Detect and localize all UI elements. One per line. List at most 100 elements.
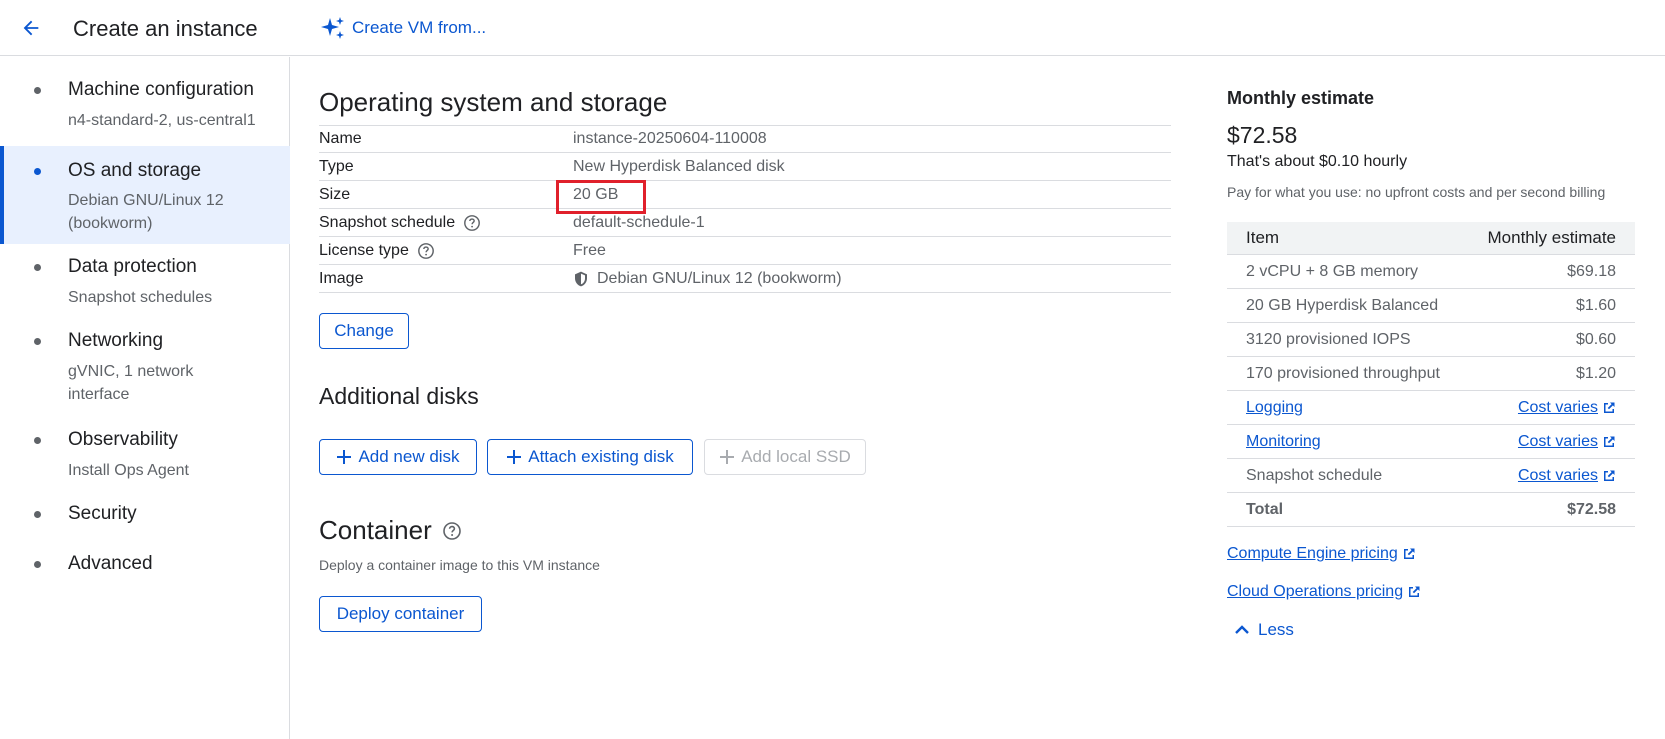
monitoring-link[interactable]: Monitoring bbox=[1246, 433, 1321, 451]
attach-existing-disk-button[interactable]: Attach existing disk bbox=[487, 439, 693, 475]
sidebar-item-sub: gVNIC, 1 network interface bbox=[68, 363, 194, 403]
table-row: License type Free bbox=[319, 237, 1171, 265]
deploy-container-button[interactable]: Deploy container bbox=[319, 596, 482, 632]
sidebar-item-data-protection[interactable]: Data protection Snapshot schedules bbox=[0, 256, 290, 312]
step-dot-icon bbox=[34, 437, 41, 444]
row-value: New Hyperdisk Balanced disk bbox=[573, 157, 785, 175]
sidebar-item-label: Data protection bbox=[68, 256, 197, 277]
cost-varies-link[interactable]: Cost varies bbox=[1518, 399, 1616, 417]
compute-engine-pricing-link[interactable]: Compute Engine pricing bbox=[1227, 545, 1416, 563]
table-row: Image Debian GNU/Linux 12 (bookworm) bbox=[319, 265, 1171, 293]
step-dot-icon bbox=[34, 561, 41, 568]
total-row: Total $72.58 bbox=[1227, 493, 1635, 527]
table-row: 3120 provisioned IOPS $0.60 bbox=[1227, 323, 1635, 357]
create-vm-from-label: Create VM from... bbox=[352, 18, 487, 37]
cloud-operations-pricing-link[interactable]: Cloud Operations pricing bbox=[1227, 583, 1421, 601]
help-icon[interactable] bbox=[442, 521, 462, 541]
cost-item: 3120 provisioned IOPS bbox=[1246, 330, 1411, 348]
help-icon[interactable] bbox=[463, 214, 481, 232]
container-title: Container bbox=[319, 515, 432, 545]
step-dot-icon bbox=[34, 264, 41, 271]
total-value: $72.58 bbox=[1567, 500, 1616, 518]
step-dot-icon bbox=[34, 87, 41, 94]
cloud-operations-pricing-label: Cloud Operations pricing bbox=[1227, 583, 1404, 600]
cost-varies-label: Cost varies bbox=[1517, 432, 1598, 450]
logging-link[interactable]: Logging bbox=[1246, 399, 1303, 417]
table-row: Monitoring Cost varies bbox=[1227, 425, 1635, 459]
page-title: Create an instance bbox=[73, 16, 258, 41]
total-label: Total bbox=[1246, 500, 1284, 518]
estimate-note: Pay for what you use: no upfront costs a… bbox=[1227, 184, 1606, 200]
sidebar-item-label: Security bbox=[68, 503, 137, 524]
cost-varies-label: Cost varies bbox=[1517, 398, 1598, 416]
help-icon[interactable] bbox=[417, 242, 435, 260]
plus-icon bbox=[720, 450, 735, 464]
cost-value: $69.18 bbox=[1567, 262, 1616, 280]
cost-item: 2 vCPU + 8 GB memory bbox=[1246, 262, 1419, 280]
create-vm-from-button[interactable]: Create VM from... bbox=[320, 14, 486, 42]
cost-varies-link[interactable]: Cost varies bbox=[1518, 467, 1616, 485]
table-row: Size 20 GB bbox=[319, 180, 1171, 214]
step-dot-icon bbox=[34, 168, 41, 175]
less-button[interactable]: Less bbox=[1232, 620, 1294, 640]
main-content: Operating system and storage Name instan… bbox=[319, 57, 1171, 739]
image-value: Debian GNU/Linux 12 (bookworm) bbox=[597, 269, 842, 287]
table-row: 20 GB Hyperdisk Balanced $1.60 bbox=[1227, 289, 1635, 323]
add-new-disk-button[interactable]: Add new disk bbox=[319, 439, 477, 475]
top-bar: Create an instance Create VM from... bbox=[0, 0, 1665, 56]
sidebar-item-security[interactable]: Security bbox=[0, 503, 290, 533]
plus-icon bbox=[337, 450, 352, 464]
sidebar-item-observability[interactable]: Observability Install Ops Agent bbox=[0, 429, 290, 485]
cost-varies-link[interactable]: Cost varies bbox=[1518, 433, 1616, 451]
sparkle-icon bbox=[321, 17, 344, 39]
sidebar-item-sub: Install Ops Agent bbox=[68, 462, 189, 479]
cost-item: 20 GB Hyperdisk Balanced bbox=[1246, 296, 1439, 314]
sidebar-item-machine-configuration[interactable]: Machine configuration n4-standard-2, us-… bbox=[0, 79, 290, 139]
cost-item: 170 provisioned throughput bbox=[1246, 364, 1440, 382]
table-row: 2 vCPU + 8 GB memory $69.18 bbox=[1227, 255, 1635, 289]
plus-icon bbox=[507, 450, 522, 464]
disk-size-value: 20 GB bbox=[573, 185, 619, 203]
table-row: Logging Cost varies bbox=[1227, 391, 1635, 425]
change-button[interactable]: Change bbox=[319, 313, 409, 349]
sidebar-item-sub: Snapshot schedules bbox=[68, 289, 213, 306]
step-dot-icon bbox=[34, 511, 41, 518]
add-local-ssd-button[interactable]: Add local SSD bbox=[704, 439, 866, 475]
additional-disks-title: Additional disks bbox=[319, 383, 479, 409]
sidebar-item-sub: n4-standard-2, us-central1 bbox=[68, 112, 256, 129]
sidebar-nav: Machine configuration n4-standard-2, us-… bbox=[0, 57, 290, 739]
row-value: default-schedule-1 bbox=[573, 213, 705, 231]
sidebar-item-label: Networking bbox=[68, 330, 164, 351]
os-storage-table: Name instance-20250604-110008 Type New H… bbox=[319, 125, 1171, 293]
external-link-icon bbox=[1403, 548, 1415, 559]
row-key: Image bbox=[319, 269, 364, 287]
row-value: instance-20250604-110008 bbox=[573, 130, 767, 147]
cost-value: $1.20 bbox=[1575, 364, 1616, 382]
cost-table: Item Monthly estimate 2 vCPU + 8 GB memo… bbox=[1227, 222, 1635, 527]
estimate-price: $72.58 bbox=[1227, 122, 1298, 148]
back-button[interactable] bbox=[14, 12, 48, 44]
sidebar-item-sub: Debian GNU/Linux 12 (bookworm) bbox=[68, 192, 224, 232]
row-value-with-icon: Debian GNU/Linux 12 (bookworm) bbox=[573, 270, 842, 288]
attach-existing-disk-label: Attach existing disk bbox=[528, 447, 674, 466]
header-cost: Monthly estimate bbox=[1487, 228, 1617, 247]
header-item: Item bbox=[1246, 228, 1280, 247]
os-storage-title: Operating system and storage bbox=[319, 87, 668, 117]
sidebar-item-advanced[interactable]: Advanced bbox=[0, 553, 290, 583]
sidebar-item-label: Machine configuration bbox=[68, 79, 254, 100]
row-key-with-help: Snapshot schedule bbox=[319, 214, 573, 232]
sidebar-item-os-and-storage[interactable]: OS and storage Debian GNU/Linux 12 (book… bbox=[0, 146, 290, 244]
row-key-label: License type bbox=[319, 241, 409, 259]
container-description: Deploy a container image to this VM inst… bbox=[319, 557, 600, 573]
step-dot-icon bbox=[34, 338, 41, 345]
cost-table-header: Item Monthly estimate bbox=[1227, 222, 1635, 255]
estimate-title: Monthly estimate bbox=[1227, 88, 1375, 108]
compute-engine-pricing-label: Compute Engine pricing bbox=[1227, 545, 1398, 562]
table-row: Type New Hyperdisk Balanced disk bbox=[319, 153, 1171, 181]
external-link-icon bbox=[1604, 436, 1615, 447]
less-label: Less bbox=[1258, 620, 1294, 639]
sidebar-item-networking[interactable]: Networking gVNIC, 1 network interface bbox=[0, 330, 290, 410]
arrow-back-icon bbox=[23, 20, 39, 36]
chevron-up-icon bbox=[1235, 625, 1249, 634]
external-link-icon bbox=[1604, 470, 1615, 481]
